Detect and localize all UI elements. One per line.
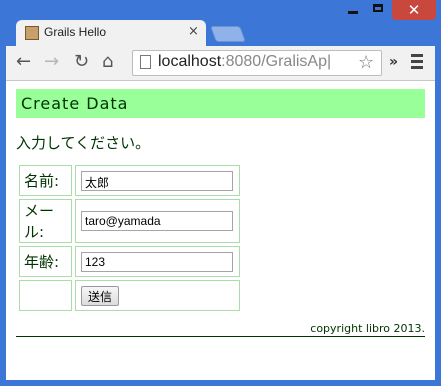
bookmark-star-icon[interactable]: ☆ (358, 52, 374, 73)
mail-label: メール: (19, 199, 72, 243)
copyright-text: copyright libro 2013. (310, 322, 425, 335)
submit-cell: 送信 (75, 280, 240, 311)
maximize-button[interactable] (366, 0, 392, 20)
url-host: localhost (158, 53, 222, 70)
home-icon[interactable]: ⌂ (102, 52, 113, 72)
mail-input[interactable]: taro@yamada (81, 211, 233, 231)
data-form: 名前: 太郎 メール: taro@yamada 年齢: 123 送信 (16, 162, 243, 314)
page-content: Create Data 入力してください。 名前: 太郎 メール: taro@y… (6, 81, 435, 380)
menu-icon[interactable] (411, 54, 423, 72)
forward-arrow-icon[interactable]: → (44, 52, 59, 72)
name-input[interactable]: 太郎 (81, 170, 233, 191)
page-header: Create Data (16, 89, 425, 118)
form-row-name: 名前: 太郎 (19, 165, 240, 196)
tab-title: Grails Hello (44, 25, 107, 39)
page-icon (140, 55, 151, 69)
back-arrow-icon[interactable]: ← (16, 52, 31, 72)
browser-toolbar: ← → ↻ ⌂ localhost:8080/GralisAp| ☆ » (6, 46, 435, 81)
new-tab-button[interactable] (210, 26, 246, 42)
browser-window: ✕ Grails Hello × ← → ↻ ⌂ localhost:8080/… (0, 0, 441, 386)
close-window-button[interactable]: ✕ (392, 0, 436, 20)
maximize-icon (373, 4, 383, 12)
instruction-text: 入力してください。 (16, 134, 151, 152)
reload-icon[interactable]: ↻ (74, 52, 89, 72)
name-cell: 太郎 (75, 165, 240, 196)
form-row-submit: 送信 (19, 280, 240, 311)
url-path: :8080/GralisAp| (221, 53, 332, 70)
empty-cell (19, 280, 72, 311)
minimize-button[interactable] (339, 0, 366, 20)
footer-divider (16, 336, 425, 337)
form-row-age: 年齢: 123 (19, 246, 240, 277)
form-row-mail: メール: taro@yamada (19, 199, 240, 243)
address-bar[interactable]: localhost:8080/GralisAp| (132, 50, 382, 76)
minimize-icon (348, 11, 358, 14)
favicon-icon (25, 26, 39, 40)
mail-cell: taro@yamada (75, 199, 240, 243)
extensions-overflow-icon[interactable]: » (389, 54, 398, 70)
tab-close-icon[interactable]: × (188, 24, 199, 39)
tab-grails-hello[interactable]: Grails Hello × (16, 20, 206, 46)
age-input[interactable]: 123 (81, 251, 233, 272)
name-label: 名前: (19, 165, 72, 196)
url-text[interactable]: localhost:8080/GralisAp| (158, 53, 331, 71)
submit-button[interactable]: 送信 (81, 285, 120, 306)
close-icon: ✕ (407, 1, 421, 19)
age-cell: 123 (75, 246, 240, 277)
page-title: Create Data (21, 94, 129, 113)
age-label: 年齢: (19, 246, 72, 277)
